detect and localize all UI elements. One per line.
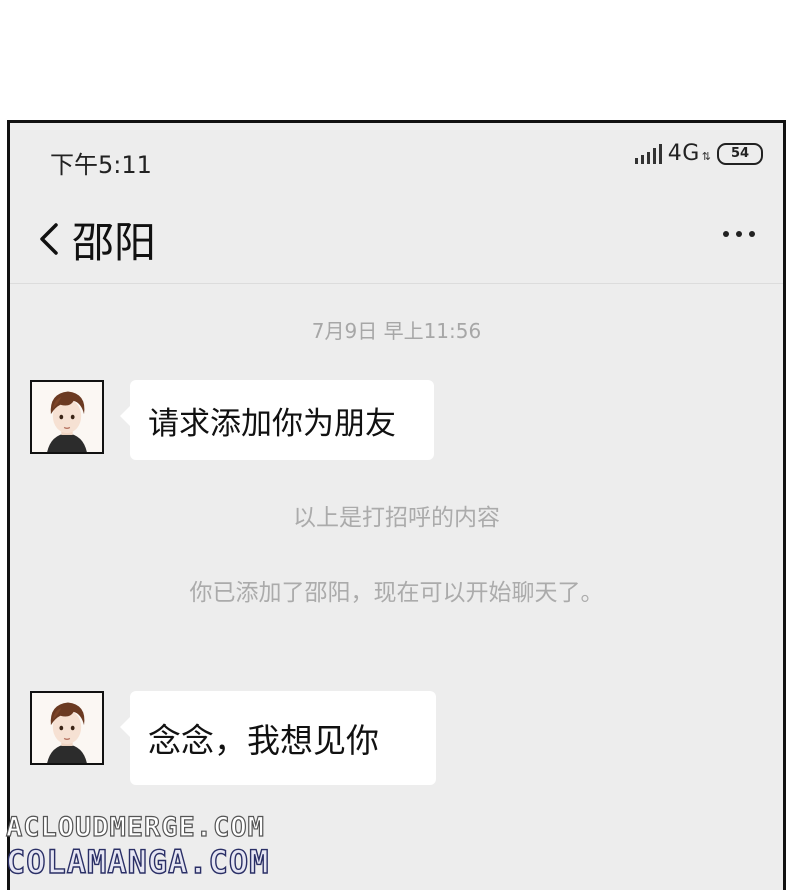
system-note: 你已添加了邵阳，现在可以开始聊天了。 <box>189 580 604 606</box>
message-row: 请求添加你为朋友 <box>30 380 434 460</box>
battery-icon: 54 <box>717 142 763 165</box>
watermark-line-2: COLAMANGA.COM <box>5 842 270 881</box>
network-type: 4G <box>667 141 700 166</box>
more-dots-icon[interactable] <box>723 231 755 237</box>
message-bubble[interactable]: 请求添加你为朋友 <box>120 380 434 460</box>
phone-screen: 下午5:11 4G ⇅ 54 邵阳 7月9日 早上11:56 请求添加你为朋友 … <box>7 120 786 890</box>
battery-level: 54 <box>730 146 750 161</box>
chat-timestamp: 7月9日 早上11:56 <box>311 319 482 343</box>
avatar[interactable] <box>30 380 104 454</box>
data-activity-icon: ⇅ <box>701 150 711 163</box>
message-bubble[interactable]: 念念，我想见你 <box>120 691 436 785</box>
chevron-left-icon[interactable] <box>32 219 66 259</box>
message-text: 请求添加你为朋友 <box>148 405 396 442</box>
chat-header: 邵阳 <box>10 195 783 284</box>
status-time: 下午5:11 <box>50 151 152 179</box>
avatar[interactable] <box>30 691 104 765</box>
contact-name: 邵阳 <box>72 218 157 267</box>
message-text: 念念，我想见你 <box>148 721 379 760</box>
message-row: 念念，我想见你 <box>30 691 436 785</box>
system-note: 以上是打招呼的内容 <box>293 505 500 531</box>
status-indicators: 4G ⇅ 54 <box>634 141 763 166</box>
status-bar: 下午5:11 4G ⇅ 54 <box>10 123 783 193</box>
watermark-line-1: ACLOUDMERGE.COM <box>5 811 265 843</box>
signal-icon <box>634 143 662 164</box>
